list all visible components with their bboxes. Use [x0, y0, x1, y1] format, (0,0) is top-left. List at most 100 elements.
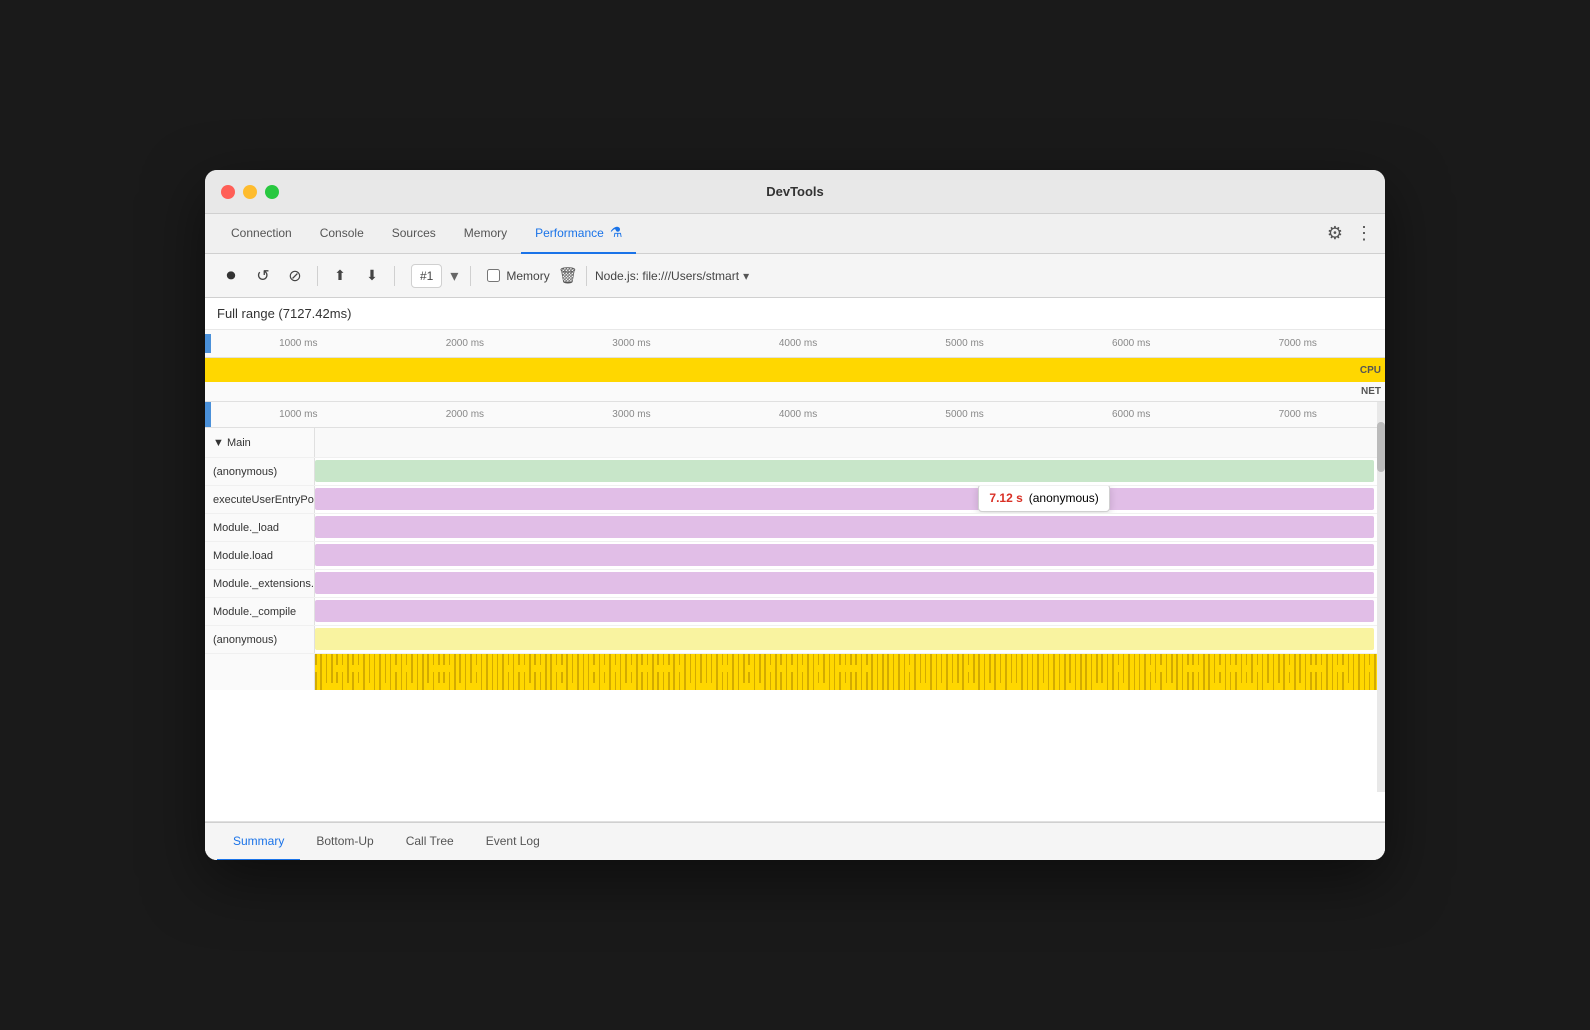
flame-row-module-compile: Module._compile [205, 598, 1385, 626]
flame-label-module-load2: Module.load [205, 542, 315, 569]
devtools-window: DevTools Connection Console Sources Memo… [205, 170, 1385, 860]
clear-button[interactable]: ⊘ [281, 262, 309, 290]
minimize-button[interactable] [243, 185, 257, 199]
content-area: Full range (7127.42ms) 1000 ms 2000 ms 3… [205, 298, 1385, 860]
tooltip-time: 7.12 s [989, 491, 1022, 505]
session-label: #1 [411, 264, 442, 288]
flame-ticks: 1000 ms 2000 ms 3000 ms 4000 ms 5000 ms … [211, 409, 1385, 420]
flame-chart[interactable]: 1000 ms 2000 ms 3000 ms 4000 ms 5000 ms … [205, 402, 1385, 792]
timeline-area: 1000 ms 2000 ms 3000 ms 4000 ms 5000 ms … [205, 330, 1385, 402]
flame-tick-3000: 3000 ms [548, 409, 715, 420]
time-ruler-top: 1000 ms 2000 ms 3000 ms 4000 ms 5000 ms … [205, 330, 1385, 358]
flame-row-anonymous2: (anonymous) [205, 626, 1385, 654]
window-controls [221, 185, 279, 199]
flame-label-module-load: Module._load [205, 514, 315, 541]
flame-bar-execute: 7.12 s (anonymous) [315, 486, 1385, 513]
flame-tick-1000: 1000 ms [215, 409, 382, 420]
flame-tick-4000: 4000 ms [715, 409, 882, 420]
tab-connection[interactable]: Connection [217, 214, 306, 254]
settings-icon[interactable]: ⚙ [1327, 223, 1343, 244]
tab-event-log[interactable]: Event Log [470, 823, 556, 861]
flask-icon: ⚗ [610, 224, 623, 241]
flame-main-header: ▼ Main [205, 428, 1385, 458]
dense-row-2-label [205, 672, 315, 690]
flame-row-execute: executeUserEntryPoint 7.12 s (anonymous) [205, 486, 1385, 514]
bottom-tabs: Summary Bottom-Up Call Tree Event Log [205, 822, 1385, 860]
flame-label-anonymous1: (anonymous) [205, 458, 315, 485]
tab-sources[interactable]: Sources [378, 214, 450, 254]
divider3 [470, 266, 471, 286]
tooltip: 7.12 s (anonymous) [978, 486, 1109, 512]
flame-tick-6000: 6000 ms [1048, 409, 1215, 420]
flame-label-anonymous2: (anonymous) [205, 626, 315, 653]
flame-bar-anonymous1 [315, 458, 1385, 485]
dense-row-2 [205, 672, 1385, 690]
window-title: DevTools [766, 184, 824, 199]
net-bar: NET [205, 382, 1385, 402]
flame-bar-execute-bar[interactable] [315, 488, 1374, 510]
toolbar: ⏺ ↺ ⊘ ⬆ ⬇ #1 ▾ Memory 🗑 Node.js: file://… [205, 254, 1385, 298]
tab-summary[interactable]: Summary [217, 823, 300, 861]
session-select: #1 ▾ [411, 264, 462, 288]
tab-call-tree[interactable]: Call Tree [390, 823, 470, 861]
flame-row-module-load2: Module.load [205, 542, 1385, 570]
range-label: Full range (7127.42ms) [205, 298, 1385, 330]
flame-label-execute: executeUserEntryPoint [205, 486, 315, 513]
memory-checkbox-label[interactable]: Memory [506, 269, 549, 283]
flame-bar-anonymous2-bar[interactable] [315, 628, 1374, 650]
title-bar: DevTools [205, 170, 1385, 214]
tick-4000: 4000 ms [715, 338, 882, 349]
flame-bar-anonymous1-bar[interactable] [315, 460, 1374, 482]
flame-main-label: ▼ Main [205, 428, 315, 457]
empty-row [205, 792, 1385, 822]
flame-main-bar-area [315, 428, 1385, 457]
tick-7000: 7000 ms [1214, 338, 1381, 349]
divider2 [394, 266, 395, 286]
close-button[interactable] [221, 185, 235, 199]
flame-row-module-load: Module._load [205, 514, 1385, 542]
more-icon[interactable]: ⋮ [1355, 223, 1373, 244]
tab-memory[interactable]: Memory [450, 214, 521, 254]
tab-console[interactable]: Console [306, 214, 378, 254]
flame-label-module-compile: Module._compile [205, 598, 315, 625]
tab-performance[interactable]: Performance ⚗ [521, 214, 636, 254]
maximize-button[interactable] [265, 185, 279, 199]
scrollbar-track[interactable] [1377, 402, 1385, 792]
flame-time-ruler: 1000 ms 2000 ms 3000 ms 4000 ms 5000 ms … [205, 402, 1385, 428]
flame-bar-module-load-bar[interactable] [315, 516, 1374, 538]
record-button[interactable]: ⏺ [217, 262, 245, 290]
tab-bar: Connection Console Sources Memory Perfor… [205, 214, 1385, 254]
flame-bar-module-compile-bar[interactable] [315, 600, 1374, 622]
dense-bars-2 [315, 672, 1385, 690]
node-dropdown[interactable]: ▾ [743, 269, 749, 283]
reload-button[interactable]: ↺ [249, 262, 277, 290]
dense-row-1-label [205, 654, 315, 672]
flame-row-anonymous1: (anonymous) [205, 458, 1385, 486]
flame-tick-5000: 5000 ms [881, 409, 1048, 420]
upload-button[interactable]: ⬆ [326, 262, 354, 290]
memory-icon: 🗑 [558, 266, 578, 286]
divider4 [586, 266, 587, 286]
memory-checkbox[interactable] [487, 269, 500, 282]
flame-row-module-ext: Module._extensions..js [205, 570, 1385, 598]
cpu-bar: CPU [205, 358, 1385, 382]
download-button[interactable]: ⬇ [358, 262, 386, 290]
node-label: Node.js: file:///Users/stmart [595, 269, 739, 283]
flame-tick-7000: 7000 ms [1214, 409, 1381, 420]
flame-bar-module-compile [315, 598, 1385, 625]
flame-bar-module-load [315, 514, 1385, 541]
memory-checkbox-group: Memory [487, 269, 549, 283]
tab-bottom-up[interactable]: Bottom-Up [300, 823, 389, 861]
flame-bar-module-load2-bar[interactable] [315, 544, 1374, 566]
scrollbar-thumb[interactable] [1377, 422, 1385, 472]
flame-bar-module-load2 [315, 542, 1385, 569]
flame-label-module-ext: Module._extensions..js [205, 570, 315, 597]
divider1 [317, 266, 318, 286]
dense-row-1 [205, 654, 1385, 672]
tick-1000: 1000 ms [215, 338, 382, 349]
flame-bar-module-ext-bar[interactable] [315, 572, 1374, 594]
tick-6000: 6000 ms [1048, 338, 1215, 349]
session-dropdown[interactable]: ▾ [446, 268, 462, 284]
tick-5000: 5000 ms [881, 338, 1048, 349]
time-ticks: 1000 ms 2000 ms 3000 ms 4000 ms 5000 ms … [211, 338, 1385, 349]
